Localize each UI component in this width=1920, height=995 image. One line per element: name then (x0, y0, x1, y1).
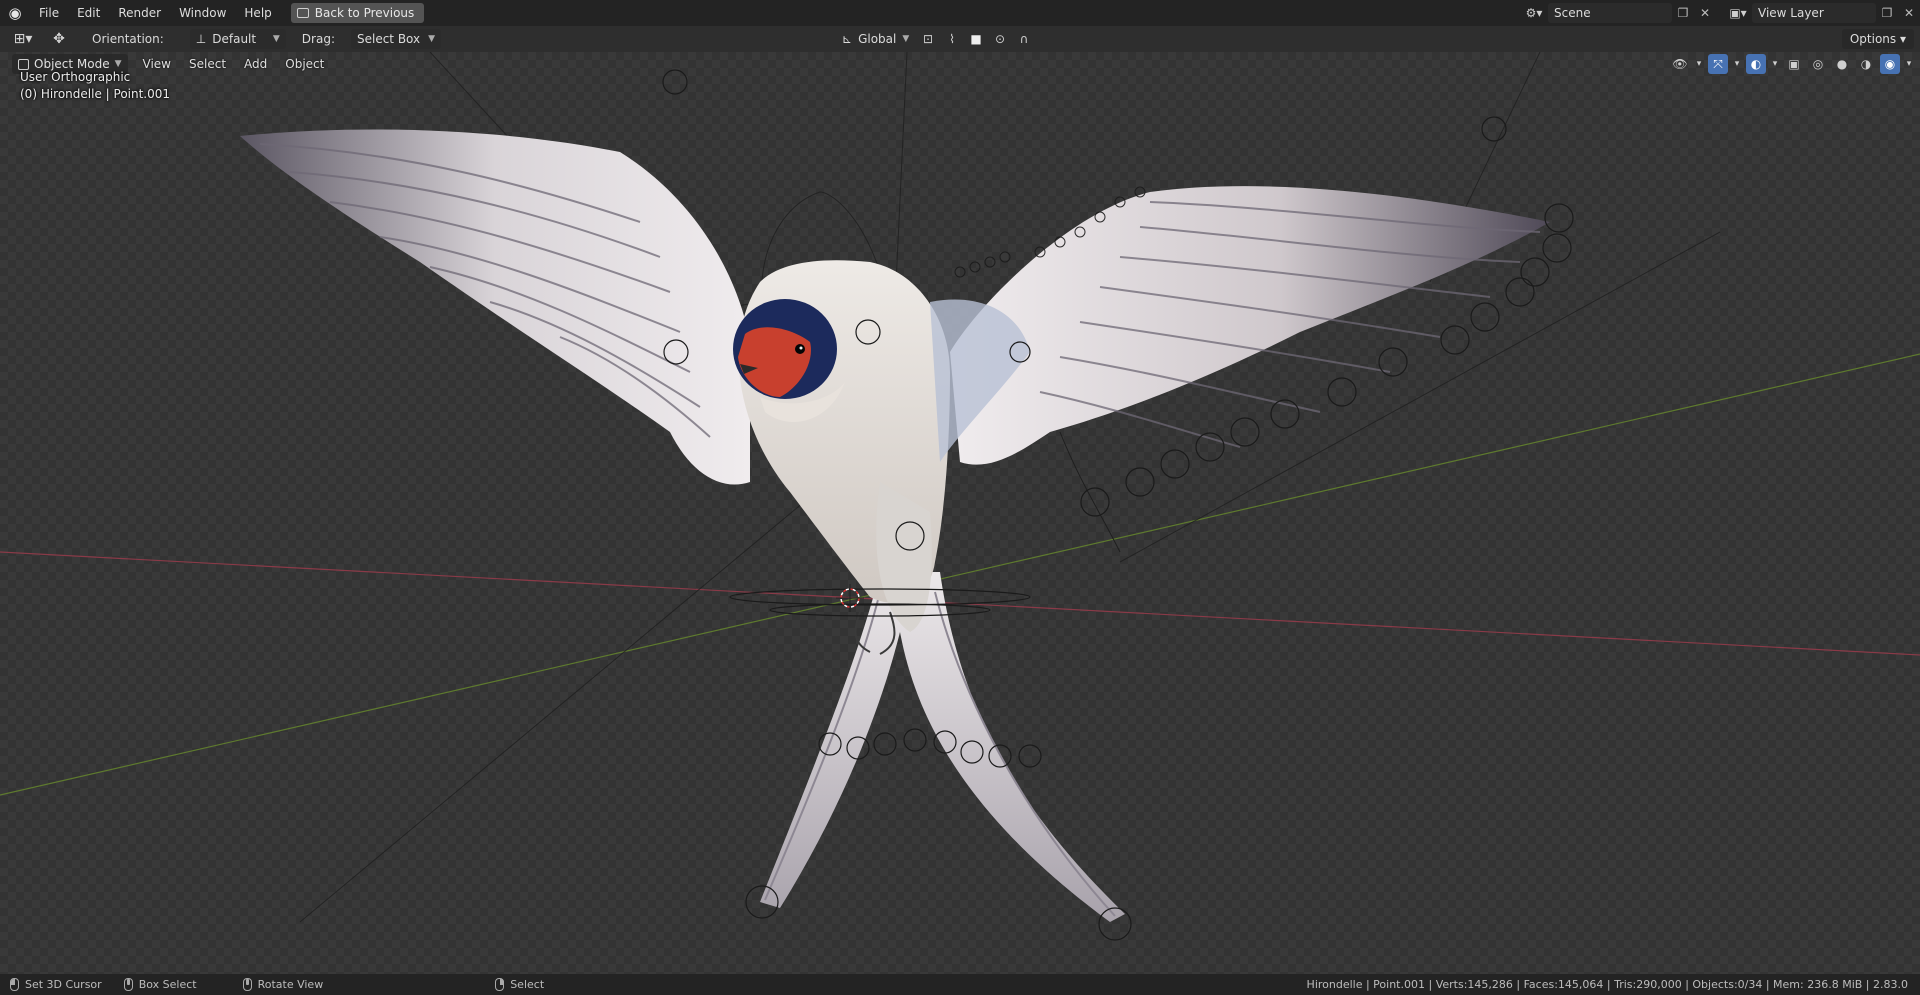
tool-header: ⊞▾ ✥ Orientation: ⊥ Default ▼ Drag: Sele… (0, 26, 1920, 52)
transform-space-value: Global (858, 32, 897, 46)
chevron-down-icon: ▼ (428, 34, 435, 44)
hint-rotate-view: Rotate View (233, 978, 336, 991)
chevron-down-icon: ▼ (114, 59, 122, 69)
orientation-label: Orientation: (92, 32, 164, 46)
view-name-label: User Orthographic (20, 70, 131, 84)
object-mode-label: Object Mode (34, 57, 110, 71)
orientation-axis-icon: ⊥ (195, 32, 207, 46)
solid-shading-icon[interactable]: ● (1832, 54, 1852, 74)
viewport-menu-select[interactable]: Select (180, 57, 235, 71)
new-scene-icon[interactable]: ❐ (1672, 3, 1694, 23)
hint-rotate-view-label: Rotate View (257, 978, 324, 991)
pivot-point-icon[interactable]: ⊡ (918, 29, 938, 49)
status-bar: Set 3D Cursor Box Select Rotate View Sel… (0, 974, 1920, 995)
view-layer-icon[interactable]: ▣▾ (1724, 3, 1752, 23)
right-wing (950, 186, 1550, 553)
hint-set-3d-cursor: Set 3D Cursor (0, 978, 114, 991)
object-mode-icon (18, 58, 29, 70)
transform-axis-icon: ⊾ (842, 32, 853, 46)
screen-icon (296, 8, 309, 18)
menu-render[interactable]: Render (109, 0, 170, 26)
view-layer-field[interactable]: View Layer (1752, 3, 1876, 23)
snap-icon[interactable]: ⌇ (942, 29, 962, 49)
3d-cursor-icon[interactable] (836, 584, 864, 612)
viewport-scene[interactable] (0, 52, 1920, 974)
chevron-down-icon[interactable]: ▾ (1732, 54, 1742, 74)
rendered-shading-icon[interactable]: ◉ (1880, 54, 1900, 74)
viewport-menu-object[interactable]: Object (276, 57, 333, 71)
chevron-down-icon: ▼ (902, 34, 910, 44)
drag-label: Drag: (301, 32, 335, 46)
xray-toggle-icon[interactable]: ▣ (1784, 54, 1804, 74)
mouse-right-icon (495, 978, 505, 991)
left-wing (240, 129, 750, 485)
viewport-menu-add[interactable]: Add (235, 57, 276, 71)
mouse-drag-icon (123, 978, 133, 991)
viewport-menu-view[interactable]: View (134, 57, 180, 71)
hint-set-3d-cursor-label: Set 3D Cursor (25, 978, 102, 991)
transform-space-dropdown[interactable]: ⊾ Global ▼ (836, 29, 914, 49)
menu-window[interactable]: Window (170, 0, 235, 26)
mouse-left-icon (10, 978, 19, 991)
3d-viewport[interactable]: Object Mode ▼ View Select Add Object 👁 ▾… (0, 52, 1920, 974)
hint-box-select-label: Box Select (138, 978, 197, 991)
scene-controls: ⚙▾ Scene ❐ ✕ ▣▾ View Layer ❐ ✕ (1520, 0, 1920, 26)
visibility-eye-icon[interactable]: 👁 (1670, 54, 1690, 74)
mouse-middle-icon (242, 978, 252, 991)
active-object-label: (0) Hirondelle | Point.001 (20, 87, 171, 101)
orientation-dropdown[interactable]: ⊥ Default ▼ (189, 29, 286, 49)
viewport-shading-controls: 👁 ▾ ⤧ ▾ ◐ ▾ ▣ ◎ ● ◑ ◉ ▾ (1670, 54, 1914, 74)
hint-select-label: Select (510, 978, 545, 991)
move-tool-icon[interactable]: ✥ (44, 29, 74, 49)
chevron-down-icon[interactable]: ▾ (1694, 54, 1704, 74)
gizmo-toggle-icon[interactable]: ⤧ (1708, 54, 1728, 74)
delete-view-layer-icon[interactable]: ✕ (1898, 3, 1920, 23)
viewport-header: Object Mode ▼ View Select Add Object 👁 ▾… (0, 52, 1920, 76)
new-view-layer-icon[interactable]: ❐ (1876, 3, 1898, 23)
chevron-down-icon[interactable]: ▾ (1904, 54, 1914, 74)
transform-controls: ⊾ Global ▼ ⊡ ⌇ ■ ⊙ ∩ (836, 29, 1034, 49)
drag-value: Select Box (356, 32, 421, 46)
snap-element-icon[interactable]: ■ (966, 29, 986, 49)
hint-select: Select (485, 978, 556, 991)
hint-box-select: Box Select (114, 978, 209, 991)
tail (760, 572, 1125, 922)
wireframe-shading-icon[interactable]: ◎ (1808, 54, 1828, 74)
proportional-edit-icon[interactable]: ⊙ (990, 29, 1010, 49)
falloff-icon[interactable]: ∩ (1014, 29, 1034, 49)
menu-help[interactable]: Help (235, 0, 280, 26)
orientation-value: Default (212, 32, 257, 46)
blender-logo-icon[interactable]: ◉ (0, 0, 30, 26)
back-to-previous-button[interactable]: Back to Previous (290, 3, 425, 23)
chevron-down-icon[interactable]: ▾ (1770, 54, 1780, 74)
scene-icon[interactable]: ⚙▾ (1520, 3, 1548, 23)
delete-scene-icon[interactable]: ✕ (1694, 3, 1716, 23)
scene-name-field[interactable]: Scene (1548, 3, 1672, 23)
chevron-down-icon: ▼ (272, 34, 280, 44)
scene-statistics: Hirondelle | Point.001 | Verts:145,286 |… (1306, 978, 1908, 991)
options-label: Options (1849, 32, 1897, 46)
back-to-previous-label: Back to Previous (314, 6, 415, 20)
editor-type-icon[interactable]: ⊞▾ (8, 29, 38, 49)
options-button[interactable]: Options ▾ (1841, 29, 1914, 49)
menu-edit[interactable]: Edit (68, 0, 109, 26)
menu-file[interactable]: File (30, 0, 68, 26)
overlays-toggle-icon[interactable]: ◐ (1746, 54, 1766, 74)
drag-dropdown[interactable]: Select Box ▼ (350, 29, 441, 49)
material-preview-icon[interactable]: ◑ (1856, 54, 1876, 74)
top-menu-bar: ◉ File Edit Render Window Help Back to P… (0, 0, 1920, 26)
